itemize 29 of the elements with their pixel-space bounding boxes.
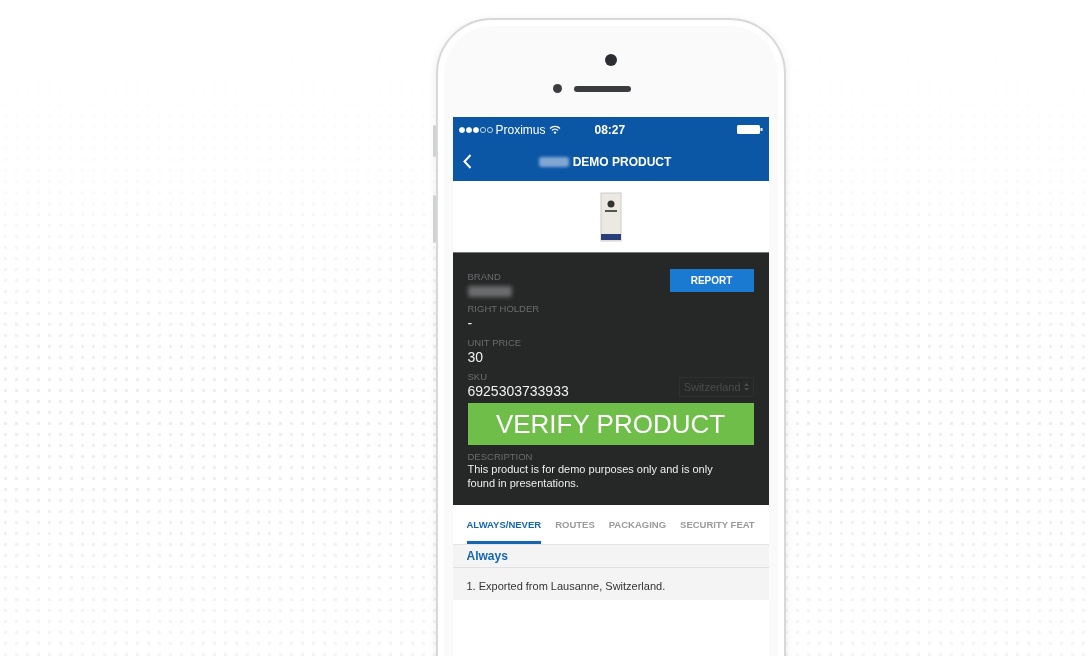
field-label: SKU <box>467 371 489 382</box>
tab[interactable]: ROUTES <box>555 504 595 544</box>
sensor-dot <box>552 84 562 93</box>
product-box-drawing <box>599 191 622 242</box>
field-label: UNIT PRICE <box>467 337 522 348</box>
description-label: DESCRIPTION <box>467 451 534 462</box>
speaker-grille <box>573 85 631 92</box>
blurred-text <box>538 156 569 167</box>
battery-icon <box>736 125 763 134</box>
wifi-icon <box>548 125 561 134</box>
updown-icon <box>743 383 749 391</box>
tab[interactable]: PACKAGING <box>608 504 667 544</box>
carrier-name: Proximus <box>495 122 546 137</box>
tab[interactable]: SECURITY FEAT <box>680 504 755 544</box>
section-header: Always <box>452 544 769 568</box>
field-value: 30 <box>467 349 485 365</box>
report-button[interactable]: REPORT <box>669 269 754 292</box>
description-text: This product is for demo purposes only and is only found in presentations. <box>467 462 714 491</box>
signal-icon <box>458 126 493 133</box>
field-value: 6925303733933 <box>467 383 569 399</box>
screen-title: DEMO PRODUCT <box>572 154 672 169</box>
field-label: BRAND <box>467 271 502 282</box>
status-time: 08:27 <box>594 122 627 137</box>
field-label: RIGHT HOLDER <box>467 303 540 314</box>
list-item: 1. Exported from Lausanne, Switzerland. <box>452 567 769 600</box>
verify-button[interactable]: VERIFY PRODUCT <box>467 403 754 445</box>
camera-icon <box>604 54 617 66</box>
back-icon[interactable] <box>462 154 472 169</box>
field-value: - <box>467 315 474 331</box>
